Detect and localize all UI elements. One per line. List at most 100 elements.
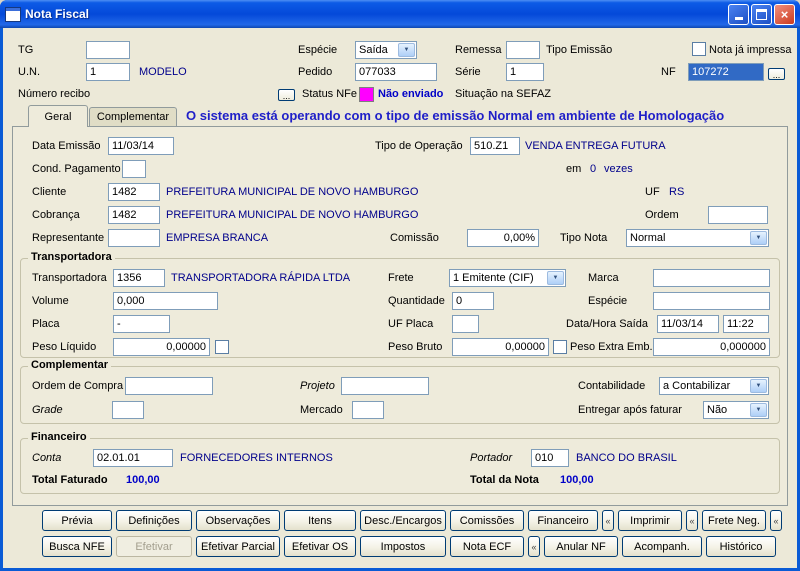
- minimize-button[interactable]: [728, 3, 749, 25]
- marca-input[interactable]: [653, 269, 770, 287]
- impostos-button[interactable]: Impostos: [360, 536, 446, 557]
- tipo-nota-label: Tipo Nota: [560, 232, 608, 244]
- pedido-input[interactable]: 077033: [355, 63, 437, 81]
- em-label: em: [566, 163, 582, 175]
- peso-bruto-checkbox[interactable]: [553, 340, 567, 354]
- efetivar-button: Efetivar: [116, 536, 192, 557]
- maximize-icon: [756, 8, 767, 20]
- placa-label: Placa: [32, 318, 60, 330]
- peso-liquido-input[interactable]: 0,00000: [113, 338, 210, 356]
- chevron-down-icon[interactable]: ▼: [398, 43, 415, 57]
- frete-select[interactable]: 1 Emitente (CIF) ▼: [449, 269, 566, 287]
- busca-nfe-button[interactable]: Busca NFE: [42, 536, 112, 557]
- especie-label: Espécie: [298, 44, 338, 56]
- itens-button[interactable]: Itens: [284, 510, 356, 531]
- acompanh-button[interactable]: Acompanh.: [622, 536, 702, 557]
- nf-input[interactable]: 107272: [688, 63, 764, 81]
- efetivar-parcial-button[interactable]: Efetivar Parcial: [196, 536, 280, 557]
- ordem-input[interactable]: [708, 206, 768, 224]
- button-row-1: Prévia Definições Observações Itens Desc…: [42, 510, 782, 531]
- frete-neg-button[interactable]: Frete Neg.: [702, 510, 766, 531]
- uf-label: UF: [645, 186, 660, 198]
- close-button[interactable]: ×: [774, 3, 795, 25]
- nf-lookup-button[interactable]: ...: [768, 68, 785, 80]
- previa-button[interactable]: Prévia: [42, 510, 112, 531]
- chevron-down-icon[interactable]: ▼: [750, 379, 767, 393]
- imprimir-button[interactable]: Imprimir: [618, 510, 682, 531]
- contabilidade-select[interactable]: a Contabilizar ▼: [659, 377, 769, 395]
- complementar-group-title: Complementar: [28, 359, 112, 372]
- data-saida-input[interactable]: 11/03/14: [657, 315, 719, 333]
- tipo-operacao-desc: VENDA ENTREGA FUTURA: [525, 140, 666, 152]
- transportadora-label: Transportadora: [32, 272, 107, 284]
- maximize-button[interactable]: [751, 3, 772, 25]
- comissoes-button[interactable]: Comissões: [450, 510, 524, 531]
- tipo-nota-select[interactable]: Normal ▼: [626, 229, 769, 247]
- anular-nf-button[interactable]: Anular NF: [544, 536, 618, 557]
- transportadora-input[interactable]: 1356: [113, 269, 165, 287]
- observacoes-button[interactable]: Observações: [196, 510, 280, 531]
- serie-input[interactable]: 1: [506, 63, 544, 81]
- historico-button[interactable]: Histórico: [706, 536, 776, 557]
- collapse-button[interactable]: «: [528, 536, 540, 557]
- total-faturado-label: Total Faturado: [32, 474, 108, 486]
- chevron-down-icon[interactable]: ▼: [547, 271, 564, 285]
- ordem-label: Ordem: [645, 209, 679, 221]
- nota-ecf-button[interactable]: Nota ECF: [450, 536, 524, 557]
- peso-extra-input[interactable]: 0,000000: [653, 338, 770, 356]
- uf-value: RS: [669, 186, 685, 198]
- hora-saida-input[interactable]: 11:22: [723, 315, 769, 333]
- quantidade-input[interactable]: 0: [452, 292, 494, 310]
- financeiro-button[interactable]: Financeiro: [528, 510, 598, 531]
- un-input[interactable]: 1: [86, 63, 130, 81]
- remessa-input[interactable]: [506, 41, 540, 59]
- portador-input[interactable]: 010: [531, 449, 569, 467]
- nf-label: NF: [661, 66, 676, 78]
- ordem-compra-input[interactable]: [125, 377, 213, 395]
- cond-pagamento-input[interactable]: [122, 160, 146, 178]
- collapse-button[interactable]: «: [770, 510, 782, 531]
- portador-label: Portador: [470, 452, 513, 464]
- projeto-input[interactable]: [341, 377, 429, 395]
- desc-encargos-button[interactable]: Desc./Encargos: [360, 510, 446, 531]
- conta-input[interactable]: 02.01.01: [93, 449, 173, 467]
- cobranca-input[interactable]: 1482: [108, 206, 160, 224]
- entregar-apos-faturar-label: Entregar após faturar: [578, 404, 682, 416]
- entregar-apos-faturar-select[interactable]: Não ▼: [703, 401, 769, 419]
- peso-liquido-checkbox[interactable]: [215, 340, 229, 354]
- placa-input[interactable]: -: [113, 315, 170, 333]
- tab-geral[interactable]: Geral: [28, 105, 88, 127]
- minimize-icon: [734, 17, 743, 20]
- chevron-down-icon[interactable]: ▼: [750, 403, 767, 417]
- volume-input[interactable]: 0,000: [113, 292, 218, 310]
- definicoes-button[interactable]: Definições: [116, 510, 192, 531]
- especie-select[interactable]: Saída ▼: [355, 41, 417, 59]
- grade-input[interactable]: [112, 401, 144, 419]
- tab-complementar[interactable]: Complementar: [89, 107, 177, 126]
- tg-input[interactable]: [86, 41, 130, 59]
- mercado-label: Mercado: [300, 404, 343, 416]
- comissao-input[interactable]: 0,00%: [467, 229, 539, 247]
- tipo-operacao-input[interactable]: 510.Z1: [470, 137, 520, 155]
- nota-ja-impressa-checkbox[interactable]: [692, 42, 706, 56]
- collapse-button[interactable]: «: [686, 510, 698, 531]
- cliente-input[interactable]: 1482: [108, 183, 160, 201]
- data-emissao-input[interactable]: 11/03/14: [108, 137, 174, 155]
- efetivar-os-button[interactable]: Efetivar OS: [284, 536, 356, 557]
- recibo-lookup-button[interactable]: ...: [278, 89, 295, 101]
- representante-input[interactable]: [108, 229, 160, 247]
- uf-placa-input[interactable]: [452, 315, 479, 333]
- frete-label: Frete: [388, 272, 414, 284]
- un-desc: MODELO: [139, 66, 187, 78]
- title-bar[interactable]: Nota Fiscal ×: [0, 0, 800, 28]
- conta-desc: FORNECEDORES INTERNOS: [180, 452, 333, 464]
- pedido-label: Pedido: [298, 66, 333, 78]
- especie-emb-input[interactable]: [653, 292, 770, 310]
- collapse-button[interactable]: «: [602, 510, 614, 531]
- chevron-down-icon[interactable]: ▼: [750, 231, 767, 245]
- transportadora-desc: TRANSPORTADORA RÁPIDA LTDA: [171, 272, 351, 284]
- projeto-label: Projeto: [300, 380, 335, 392]
- contabilidade-label: Contabilidade: [578, 380, 646, 392]
- peso-bruto-input[interactable]: 0,00000: [452, 338, 549, 356]
- mercado-input[interactable]: [352, 401, 384, 419]
